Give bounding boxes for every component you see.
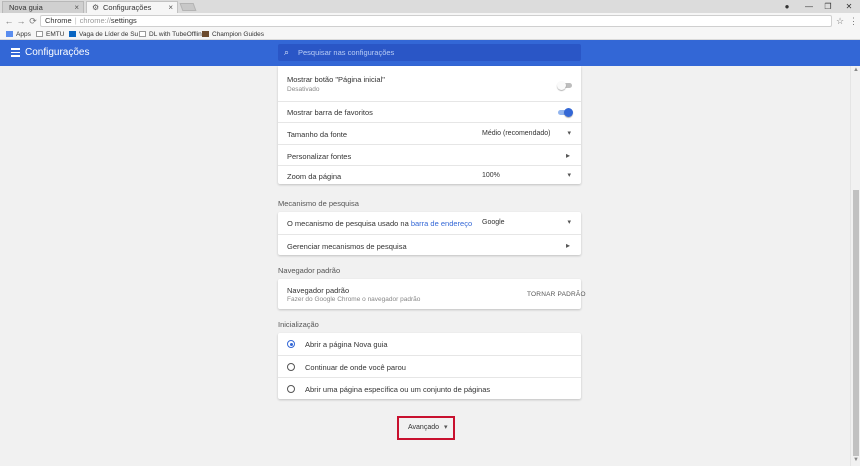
customize-fonts-row[interactable]: Personalizar fontes ▸	[278, 144, 581, 165]
default-browser-card: Navegador padrão Fazer do Google Chrome …	[278, 279, 586, 309]
appearance-card: Mostrar botão "Página inicial" Desativad…	[278, 66, 581, 184]
advanced-button[interactable]: Avançado	[408, 424, 439, 431]
bookmark-label: Champion Guides	[212, 31, 265, 38]
profile-icon[interactable]: ●	[778, 0, 796, 13]
bookmark-champion-guides[interactable]: Champion Guides	[202, 29, 264, 40]
url-path: settings	[110, 16, 137, 25]
startup-option-specific-pages[interactable]: Abrir uma página específica ou um conjun…	[278, 377, 581, 399]
startup-option-label: Abrir uma página específica ou um conjun…	[305, 385, 491, 394]
separator: |	[74, 16, 77, 25]
browser-toolbar: ← → ⟳ Chrome | chrome://settings ☆ ⋮	[0, 13, 860, 29]
search-engine-select[interactable]: Google	[482, 219, 505, 226]
tab-title: Nova guia	[9, 3, 43, 12]
bookmark-linkedin[interactable]: Vaga de Líder de Su	[69, 29, 138, 40]
font-size-label: Tamanho da fonte	[287, 130, 348, 139]
tab-title: Configurações	[103, 3, 152, 12]
bookmark-label: EMTU	[46, 31, 65, 38]
customize-fonts-label: Personalizar fontes	[287, 152, 352, 161]
startup-card: Abrir a página Nova guia Continuar de on…	[278, 333, 581, 399]
search-engine-card: O mecanismo de pesquisa usado na barra d…	[278, 212, 581, 255]
radio-button-checked[interactable]	[287, 340, 295, 348]
chevron-down-icon: ▾	[567, 130, 571, 137]
chevron-down-icon: ▾	[444, 424, 448, 431]
bookmarks-bar-row[interactable]: Mostrar barra de favoritos	[278, 101, 581, 122]
startup-option-new-tab[interactable]: Abrir a página Nova guia	[278, 333, 581, 355]
linkedin-icon	[69, 31, 76, 38]
back-button[interactable]: ←	[3, 15, 15, 27]
search-engine-label: O mecanismo de pesquisa usado na barra d…	[287, 219, 472, 228]
search-icon: ⌕	[284, 47, 290, 57]
startup-option-label: Continuar de onde você parou	[305, 363, 406, 372]
bookmark-apps[interactable]: Apps	[6, 29, 31, 40]
bookmark-star-icon[interactable]: ☆	[836, 15, 844, 27]
scroll-down-icon[interactable]: ▼	[852, 457, 860, 463]
champion-guides-icon	[202, 31, 209, 38]
arrow-right-icon: ▸	[565, 151, 570, 160]
search-engine-section-title: Mecanismo de pesquisa	[278, 199, 359, 208]
bookmark-emtu[interactable]: EMTU	[36, 29, 64, 40]
startup-option-label: Abrir a página Nova guia	[305, 340, 388, 349]
address-bar-link[interactable]: barra de endereço	[411, 219, 472, 228]
page-scrollbar[interactable]: ▲ ▼	[850, 66, 860, 466]
search-engine-row[interactable]: O mecanismo de pesquisa usado na barra d…	[278, 212, 581, 234]
tab-new-tab[interactable]: Nova guia ×	[2, 1, 84, 13]
startup-section-title: Inicialização	[278, 320, 319, 329]
arrow-right-icon: ▸	[565, 241, 570, 250]
make-default-button[interactable]: TORNAR PADRÃO	[527, 291, 586, 298]
chevron-down-icon: ▾	[567, 219, 571, 226]
settings-search-input[interactable]: ⌕ Pesquisar nas configurações	[278, 44, 581, 61]
search-engine-label-text: O mecanismo de pesquisa usado na	[287, 219, 409, 228]
radio-button[interactable]	[287, 363, 295, 371]
default-browser-sub: Fazer do Google Chrome o navegador padrã…	[287, 296, 421, 303]
forward-button[interactable]: →	[15, 15, 27, 27]
close-icon[interactable]: ×	[74, 2, 79, 13]
minimize-button[interactable]: —	[800, 0, 818, 13]
gear-icon: ⚙	[92, 3, 100, 12]
font-size-row[interactable]: Tamanho da fonte Médio (recomendado) ▾	[278, 122, 581, 144]
maximize-button[interactable]: ❐	[819, 0, 837, 13]
scroll-up-icon[interactable]: ▲	[852, 67, 860, 73]
radio-button[interactable]	[287, 385, 295, 393]
page-title: Configurações	[25, 47, 90, 58]
site-chip: Chrome	[45, 16, 72, 25]
chevron-down-icon: ▾	[567, 172, 571, 179]
bookmark-label: Vaga de Líder de Su	[79, 31, 139, 38]
default-browser-section-title: Navegador padrão	[278, 266, 341, 275]
menu-icon[interactable]: ⋮	[849, 15, 858, 27]
bookmarks-bar: Apps EMTU Vaga de Líder de Su DL with Tu…	[0, 29, 860, 40]
page-icon	[139, 31, 146, 38]
bookmarks-bar-label: Mostrar barra de favoritos	[287, 108, 373, 117]
apps-icon	[6, 31, 13, 38]
search-placeholder: Pesquisar nas configurações	[298, 48, 395, 57]
startup-option-continue[interactable]: Continuar de onde você parou	[278, 355, 581, 377]
close-window-button[interactable]: ✕	[840, 0, 858, 13]
default-browser-label: Navegador padrão	[287, 286, 350, 295]
tab-strip: Nova guia × ⚙ Configurações × ● — ❐ ✕	[0, 0, 860, 13]
hamburger-menu-icon[interactable]	[11, 48, 20, 57]
page-zoom-label: Zoom da página	[287, 172, 342, 181]
settings-header: Configurações ⌕ Pesquisar nas configuraç…	[0, 40, 860, 66]
scrollbar-thumb[interactable]	[853, 190, 859, 456]
home-button-toggle[interactable]	[557, 81, 572, 90]
url-scheme: chrome://	[79, 16, 111, 25]
bookmark-label: Apps	[16, 31, 31, 38]
home-button-status: Desativado	[287, 86, 320, 93]
page-zoom-row[interactable]: Zoom da página 100% ▾	[278, 165, 581, 184]
manage-search-engines-row[interactable]: Gerenciar mecanismos de pesquisa ▸	[278, 234, 581, 255]
address-bar[interactable]: Chrome | chrome://settings	[40, 15, 832, 27]
reload-button[interactable]: ⟳	[27, 15, 39, 27]
tab-settings[interactable]: ⚙ Configurações ×	[86, 1, 178, 13]
page-zoom-select[interactable]: 100%	[482, 172, 500, 179]
bookmark-tubeoffline[interactable]: DL with TubeOffline	[139, 29, 205, 40]
new-tab-button[interactable]	[179, 3, 197, 11]
page-icon	[36, 31, 43, 38]
bookmark-label: DL with TubeOffline	[149, 31, 206, 38]
home-button-row[interactable]: Mostrar botão "Página inicial" Desativad…	[278, 66, 581, 101]
bookmarks-bar-toggle[interactable]	[558, 108, 573, 117]
home-button-label: Mostrar botão "Página inicial"	[287, 75, 385, 84]
font-size-select[interactable]: Médio (recomendado)	[482, 130, 550, 137]
close-icon[interactable]: ×	[168, 2, 173, 13]
manage-search-engines-label: Gerenciar mecanismos de pesquisa	[287, 242, 407, 251]
